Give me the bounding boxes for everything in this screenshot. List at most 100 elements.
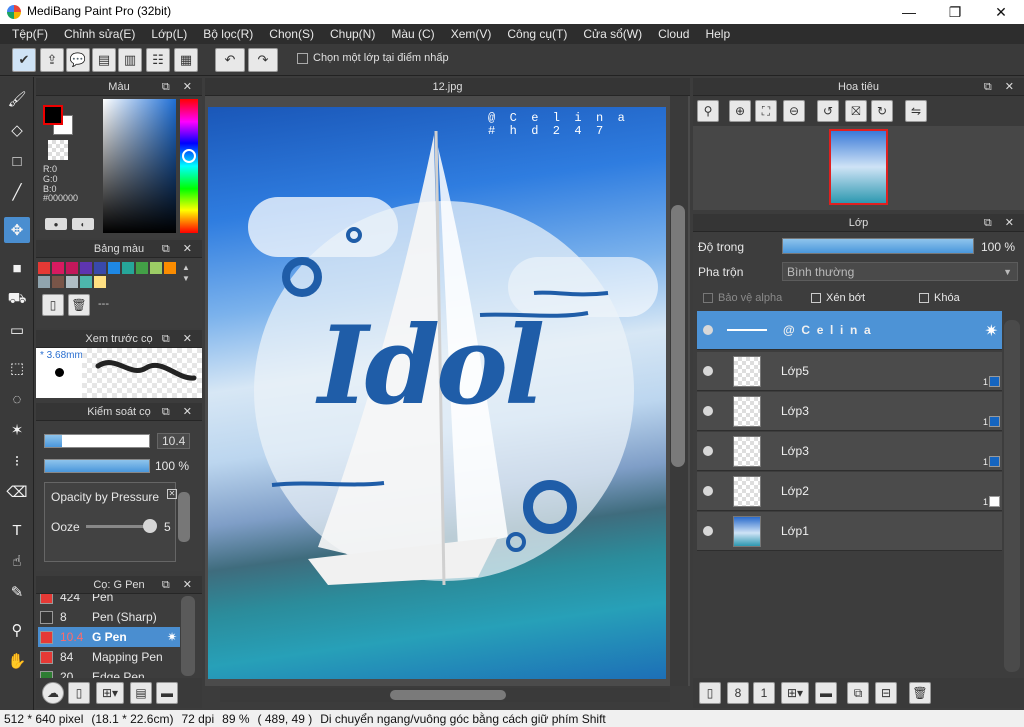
menu-color[interactable]: Màu (C) — [383, 27, 442, 41]
palette-swatch[interactable] — [108, 262, 120, 274]
brush-control-scrollbar[interactable] — [178, 492, 190, 542]
shape-tool-icon[interactable]: □ — [4, 148, 30, 174]
eyedropper-icon[interactable]: ⚲ — [4, 617, 30, 643]
brush-item-g-pen[interactable]: 10.4 G Pen ✷ — [38, 627, 180, 647]
brush-item-mapping-pen[interactable]: 84 Mapping Pen — [38, 647, 178, 667]
palette-swatch[interactable] — [52, 276, 64, 288]
layer-row-lop3-b[interactable]: Lớp3 1 — [697, 432, 1002, 471]
hue-slider[interactable] — [180, 99, 198, 233]
reset-view-icon[interactable]: ⛝ — [845, 100, 867, 122]
color-mode-button[interactable]: ● — [45, 218, 67, 230]
brush-tool-icon[interactable]: 🖌 — [4, 86, 30, 112]
canvas-horizontal-thumb[interactable] — [390, 690, 506, 700]
panel-controls-icon[interactable]: ⧉ ✕ — [162, 405, 197, 419]
magic-wand-icon[interactable]: ✶ — [4, 417, 30, 443]
lock-checkbox[interactable] — [919, 293, 929, 303]
brush-folder-icon[interactable]: ▬ — [156, 682, 178, 704]
gear-icon[interactable]: ✷ — [985, 321, 998, 341]
layer-row-lop1[interactable]: Lớp1 — [697, 512, 1002, 551]
panel-controls-icon[interactable]: ⧉ ✕ — [162, 332, 197, 346]
palette-swatch[interactable] — [80, 276, 92, 288]
menu-view[interactable]: Xem(V) — [443, 27, 500, 41]
visibility-eye-icon[interactable] — [703, 325, 713, 335]
layer-row-lop2[interactable]: Lớp2 1 — [697, 472, 1002, 511]
new-layer-icon[interactable]: ▯ — [699, 682, 721, 704]
select-rect-icon[interactable]: ⬚ — [4, 355, 30, 381]
brush-item-pen-sharp[interactable]: 8 Pen (Sharp) — [38, 607, 178, 627]
layer-row-celina[interactable]: @ C e l i n a ✷ — [697, 311, 1002, 350]
comment-icon[interactable]: 💬 — [66, 48, 90, 72]
brush-item-edge-pen[interactable]: 20 Edge Pen — [38, 667, 178, 678]
delete-layer-icon[interactable]: 🗑 — [909, 682, 931, 704]
visibility-eye-icon[interactable] — [703, 526, 713, 536]
select-pen-icon[interactable]: ⁝ — [4, 448, 30, 474]
divide-tool-icon[interactable]: ✎ — [4, 579, 30, 605]
menu-window[interactable]: Cửa sổ(W) — [575, 27, 650, 41]
opacity-pressure-checkbox[interactable]: ✕ — [167, 489, 177, 499]
new-color-layer-icon[interactable]: 8 — [727, 682, 749, 704]
flip-horizontal-icon[interactable]: ⇋ — [905, 100, 927, 122]
menu-file[interactable]: Tệp(F) — [4, 27, 56, 41]
blend-mode-select[interactable]: Bình thường ▼ — [782, 262, 1018, 281]
fill-rect-tool-icon[interactable]: ■ — [4, 255, 30, 281]
panel-controls-icon[interactable]: ⧉ ✕ — [984, 80, 1019, 94]
palette-swatch[interactable] — [38, 276, 50, 288]
layer-opacity-slider[interactable] — [782, 238, 974, 254]
canvas-tab[interactable]: 12.jpg — [205, 78, 690, 96]
brush-size-value[interactable]: 10.4 — [157, 433, 190, 449]
menu-snap[interactable]: Chụp(N) — [322, 27, 383, 41]
clipping-checkbox[interactable] — [811, 293, 821, 303]
panel-controls-icon[interactable]: ⧉ ✕ — [162, 242, 197, 256]
close-button[interactable]: ✕ — [978, 0, 1024, 24]
operation-tool-icon[interactable]: ☝ — [4, 548, 30, 574]
visibility-eye-icon[interactable] — [703, 446, 713, 456]
fit-screen-icon[interactable]: ⛶ — [755, 100, 777, 122]
palette-swatch[interactable] — [136, 262, 148, 274]
brush-size-slider[interactable] — [44, 434, 150, 448]
cloud-brush-icon[interactable]: ☁ — [42, 682, 64, 704]
menu-filter[interactable]: Bộ lọc(R) — [195, 27, 261, 41]
delete-palette-button[interactable]: 🗑 — [68, 294, 90, 316]
layer-list-scrollbar[interactable] — [1004, 320, 1020, 672]
visibility-eye-icon[interactable] — [703, 406, 713, 416]
palette-swatch[interactable] — [80, 262, 92, 274]
zoom-icon[interactable]: ⚲ — [697, 100, 719, 122]
panel-controls-icon[interactable]: ⧉ ✕ — [162, 80, 197, 94]
visibility-eye-icon[interactable] — [703, 486, 713, 496]
document-icon[interactable]: ▥ — [118, 48, 142, 72]
visibility-eye-icon[interactable] — [703, 366, 713, 376]
merge-layer-icon[interactable]: ⊟ — [875, 682, 897, 704]
list-icon[interactable]: ☷ — [146, 48, 170, 72]
eraser-tool-icon[interactable]: ◇ — [4, 117, 30, 143]
color-swap-button[interactable]: ◐ — [72, 218, 94, 230]
brush-item-pen[interactable]: 424 Pen — [38, 594, 178, 607]
panel-controls-icon[interactable]: ⧉ ✕ — [162, 578, 197, 592]
gradient-tool-icon[interactable]: ▭ — [4, 317, 30, 343]
select-layer-checkbox[interactable] — [297, 53, 308, 64]
hue-knob[interactable] — [182, 149, 196, 163]
new-palette-button[interactable]: ▯ — [42, 294, 64, 316]
cloud-save-icon[interactable]: ✔ — [12, 48, 36, 72]
gear-icon[interactable]: ✷ — [167, 630, 177, 644]
zoom-in-icon[interactable]: ⊕ — [729, 100, 751, 122]
layer-row-lop3-a[interactable]: Lớp3 1 — [697, 392, 1002, 431]
maximize-button[interactable]: ❐ — [932, 0, 978, 24]
navigator-thumbnail[interactable] — [829, 129, 888, 205]
menu-help[interactable]: Help — [697, 27, 738, 41]
palette-swatch[interactable] — [52, 262, 64, 274]
menu-tools[interactable]: Công cụ(T) — [499, 27, 575, 41]
palette-scroll-arrows-icon[interactable]: ▲ ▼ — [182, 262, 190, 284]
duplicate-layer-icon[interactable]: ⧉ — [847, 682, 869, 704]
brush-opacity-slider[interactable] — [44, 459, 150, 473]
text-tool-icon[interactable]: T — [4, 517, 30, 543]
menu-layer[interactable]: Lớp(L) — [143, 27, 195, 41]
layer-folder-icon[interactable]: ▬ — [815, 682, 837, 704]
artwork-canvas[interactable]: Idol @ C e l i n a # h d 2 4 7 — [208, 107, 666, 679]
rotate-left-icon[interactable]: ↺ — [817, 100, 839, 122]
palette-swatch[interactable] — [94, 262, 106, 274]
ooze-slider-track[interactable] — [86, 525, 150, 528]
ooze-slider-knob[interactable] — [143, 519, 157, 533]
undo-button[interactable]: ↶ — [215, 48, 245, 72]
canvas-vertical-thumb[interactable] — [671, 205, 685, 467]
hand-tool-icon[interactable]: ✋ — [4, 648, 30, 674]
